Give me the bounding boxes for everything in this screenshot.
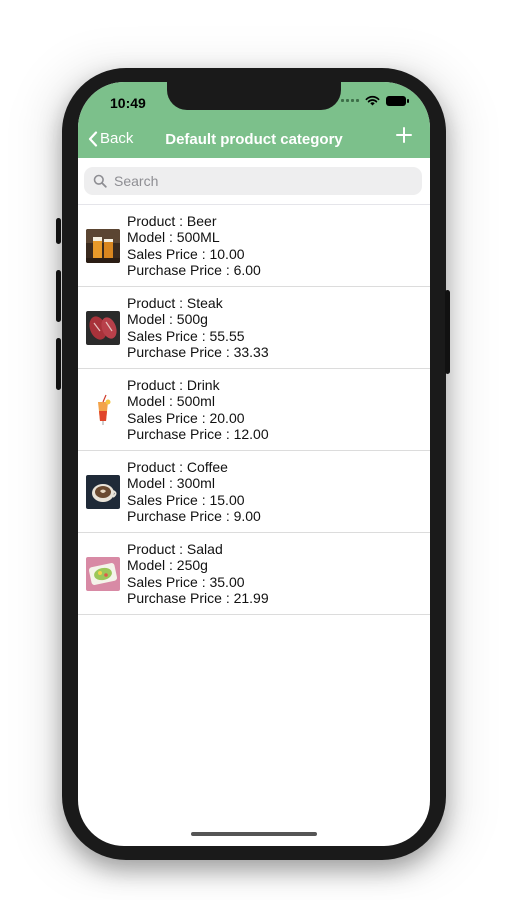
product-row-steak[interactable]: Product : Steak Model : 500g Sales Price… [78, 287, 430, 369]
search-icon [93, 174, 107, 188]
product-info: Product : Drink Model : 500ml Sales Pric… [127, 377, 269, 443]
product-info: Product : Beer Model : 500ML Sales Price… [127, 213, 261, 279]
silent-switch [56, 218, 61, 244]
coffee-image [86, 474, 120, 509]
product-name: Product : Beer [127, 212, 217, 229]
app-screen: 10:49 Back Default product category Sear… [78, 82, 430, 846]
product-model: Model : 300ml [127, 475, 215, 491]
product-row-beer[interactable]: Product : Beer Model : 500ML Sales Price… [78, 205, 430, 287]
product-list: Product : Beer Model : 500ML Sales Price… [78, 204, 430, 615]
search-input[interactable] [112, 172, 416, 190]
status-time: 10:49 [110, 95, 146, 111]
volume-down-button [56, 338, 61, 390]
sales-price: Sales Price : 15.00 [127, 491, 245, 508]
sales-price: Sales Price : 10.00 [127, 245, 245, 262]
device-mockup: 10:49 Back Default product category Sear… [0, 0, 507, 900]
purchase-price: Purchase Price : 6.00 [127, 262, 261, 278]
purchase-price: Purchase Price : 33.33 [127, 344, 269, 360]
product-row-salad[interactable]: Product : Salad Model : 250g Sales Price… [78, 533, 430, 615]
volume-up-button [56, 270, 61, 322]
product-model: Model : 500ML [127, 229, 220, 245]
product-row-drink[interactable]: Product : Drink Model : 500ml Sales Pric… [78, 369, 430, 451]
product-name: Product : Salad [127, 540, 223, 557]
wifi-icon [365, 95, 380, 106]
product-name: Product : Coffee [127, 458, 228, 475]
status-icons [341, 95, 409, 106]
product-info: Product : Coffee Model : 300ml Sales Pri… [127, 459, 261, 525]
product-model: Model : 250g [127, 557, 208, 573]
purchase-price: Purchase Price : 21.99 [127, 590, 269, 606]
drink-image [86, 392, 120, 427]
sales-price: Sales Price : 55.55 [127, 327, 245, 344]
search-bar [78, 158, 430, 202]
product-row-coffee[interactable]: Product : Coffee Model : 300ml Sales Pri… [78, 451, 430, 533]
search-field[interactable] [84, 167, 422, 195]
product-model: Model : 500ml [127, 393, 215, 409]
power-button [445, 290, 450, 374]
nav-header: 10:49 Back Default product category [78, 82, 430, 158]
beer-image [86, 228, 120, 263]
steak-image [86, 310, 120, 345]
purchase-price: Purchase Price : 9.00 [127, 508, 261, 524]
product-info: Product : Salad Model : 250g Sales Price… [127, 541, 269, 607]
home-indicator[interactable] [191, 832, 317, 836]
sales-price: Sales Price : 35.00 [127, 573, 245, 590]
notch [167, 82, 341, 110]
purchase-price: Purchase Price : 12.00 [127, 426, 269, 442]
product-name: Product : Drink [127, 376, 220, 393]
product-model: Model : 500g [127, 311, 208, 327]
product-info: Product : Steak Model : 500g Sales Price… [127, 295, 269, 361]
sales-price: Sales Price : 20.00 [127, 409, 245, 426]
plus-icon[interactable] [396, 127, 412, 143]
product-name: Product : Steak [127, 294, 223, 311]
page-title: Default product category [165, 131, 343, 148]
battery-icon [386, 95, 409, 106]
signal-icon [341, 99, 359, 102]
salad-image [86, 556, 120, 591]
